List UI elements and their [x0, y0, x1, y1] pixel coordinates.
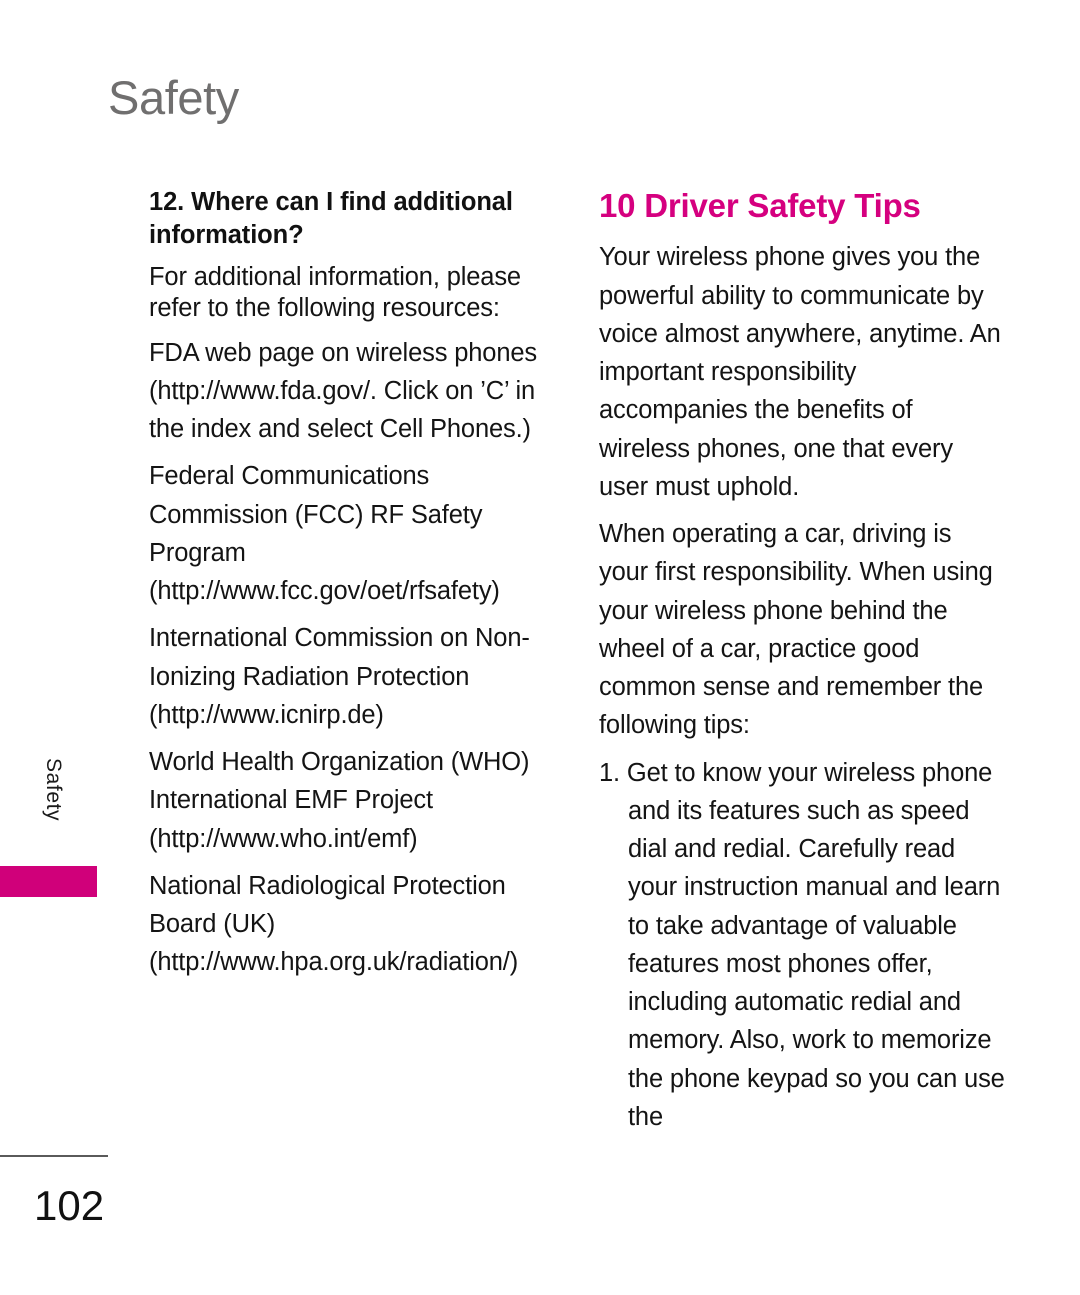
- footer-divider: [0, 1155, 108, 1157]
- section-heading-faq: 12. Where can I find additional informat…: [149, 188, 513, 250]
- chapter-header: Safety: [108, 71, 239, 124]
- paragraph: World Health Organization (WHO) Internat…: [149, 748, 530, 853]
- page-number: 102: [34, 1182, 105, 1229]
- right-column: 10 Driver Safety Tips Your wireless phon…: [599, 186, 1007, 1145]
- paragraph: National Radiological Protection Board (…: [149, 871, 519, 977]
- paragraph: Your wireless phone gives you the powerf…: [599, 243, 1001, 501]
- paragraph: When operating a car, driving is your fi…: [599, 520, 993, 740]
- paragraph: Federal Communications Commission (FCC) …: [149, 462, 500, 605]
- side-tab-color-block: [0, 866, 97, 897]
- paragraph: For additional information, please refer…: [149, 263, 521, 323]
- paragraph: FDA web page on wireless phones (http://…: [149, 338, 537, 444]
- left-column: 12. Where can I find additional informat…: [149, 186, 553, 991]
- side-tab-label: Safety: [42, 758, 65, 822]
- manual-page: Safety Safety 12. Where can I find addit…: [0, 0, 1080, 1295]
- section-title-driver-safety-tips: 10 Driver Safety Tips: [599, 187, 921, 224]
- list-item: 1. Get to know your wireless phone and i…: [599, 758, 1005, 1131]
- paragraph: International Commission on Non-Ionizing…: [149, 624, 530, 729]
